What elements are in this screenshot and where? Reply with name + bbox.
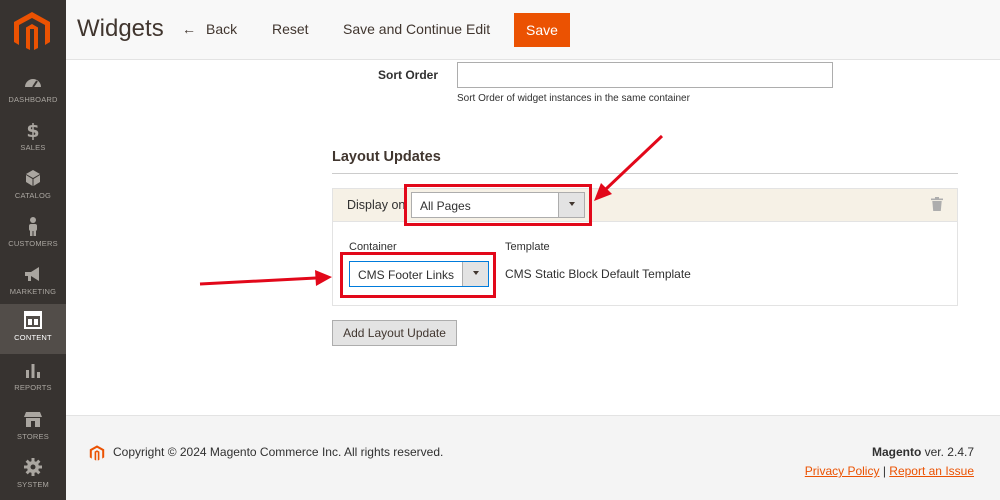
highlight-box-container	[340, 252, 496, 298]
display-on-label: Display on	[347, 198, 406, 212]
reset-button[interactable]: Reset	[272, 21, 309, 37]
bar-chart-icon	[26, 364, 40, 378]
sidebar-item-label: CATALOG	[14, 191, 52, 200]
section-divider	[332, 173, 958, 174]
sort-order-label: Sort Order	[378, 68, 439, 82]
save-and-continue-button[interactable]: Save and Continue Edit	[343, 21, 490, 37]
dashboard-icon	[25, 79, 41, 88]
gear-icon	[24, 458, 42, 476]
sidebar-item-label: DASHBOARD	[8, 95, 58, 104]
cube-icon	[26, 170, 40, 186]
sidebar-item-label: MARKETING	[9, 287, 57, 296]
template-label: Template	[505, 241, 550, 253]
highlight-box-display-on	[404, 184, 592, 226]
sidebar-item-label: STORES	[17, 432, 49, 441]
version-text: Magento ver. 2.4.7	[872, 445, 974, 459]
link-separator: |	[882, 464, 886, 478]
back-button[interactable]: ← Back	[182, 21, 237, 37]
sidebar-item-label: REPORTS	[14, 383, 52, 392]
brand-name: Magento	[871, 445, 922, 459]
widget-form: Sort Order Sort Order of widget instance…	[66, 60, 1000, 415]
sidebar-item-stores[interactable]: STORES	[0, 403, 66, 451]
sidebar-item-sales[interactable]: $ SALES	[0, 114, 66, 162]
copyright-text: Copyright © 2024 Magento Commerce Inc. A…	[113, 445, 444, 459]
layout-updates-heading: Layout Updates	[332, 149, 441, 165]
sidebar-item-reports[interactable]: REPORTS	[0, 354, 66, 402]
admin-sidebar: DASHBOARD $ SALES CATALOG CUSTOMERS MARK…	[0, 0, 66, 500]
sidebar-item-label: CONTENT	[14, 333, 52, 342]
page-header: Widgets ← Back Reset Save and Continue Ed…	[66, 0, 1000, 60]
arrow-left-icon: ←	[182, 21, 196, 37]
version-number: ver. 2.4.7	[921, 445, 974, 459]
megaphone-icon	[25, 267, 39, 281]
sidebar-item-customers[interactable]: CUSTOMERS	[0, 210, 66, 258]
template-value: CMS Static Block Default Template	[505, 267, 691, 281]
sidebar-item-marketing[interactable]: MARKETING	[0, 258, 66, 306]
page-footer: Copyright © 2024 Magento Commerce Inc. A…	[66, 415, 1000, 500]
report-issue-link[interactable]: Report an Issue	[889, 464, 974, 478]
add-layout-update-button[interactable]: Add Layout Update	[332, 320, 457, 346]
sidebar-item-catalog[interactable]: CATALOG	[0, 162, 66, 210]
footer-links: Privacy Policy | Report an Issue	[805, 464, 974, 478]
sidebar-item-label: SYSTEM	[16, 480, 50, 489]
sidebar-item-label: SALES	[20, 143, 46, 152]
svg-text:$: $	[26, 120, 39, 140]
sort-order-note: Sort Order of widget instances in the sa…	[457, 93, 690, 104]
sort-order-input[interactable]	[457, 62, 833, 88]
privacy-policy-link[interactable]: Privacy Policy	[805, 464, 880, 478]
layout-icon	[24, 311, 42, 329]
trash-icon[interactable]	[931, 197, 943, 211]
person-icon	[29, 217, 37, 236]
sidebar-item-system[interactable]: SYSTEM	[0, 451, 66, 499]
dollar-icon: $	[26, 120, 39, 140]
back-label: Back	[206, 21, 238, 37]
magento-logo[interactable]	[12, 10, 52, 52]
magento-logo-small	[89, 445, 105, 461]
storefront-icon	[24, 412, 42, 427]
page-title: Widgets	[77, 15, 164, 42]
sidebar-item-dashboard[interactable]: DASHBOARD	[0, 66, 66, 114]
save-button[interactable]: Save	[514, 13, 570, 47]
sidebar-item-label: CUSTOMERS	[8, 239, 58, 248]
sidebar-item-content[interactable]: CONTENT	[0, 304, 66, 354]
